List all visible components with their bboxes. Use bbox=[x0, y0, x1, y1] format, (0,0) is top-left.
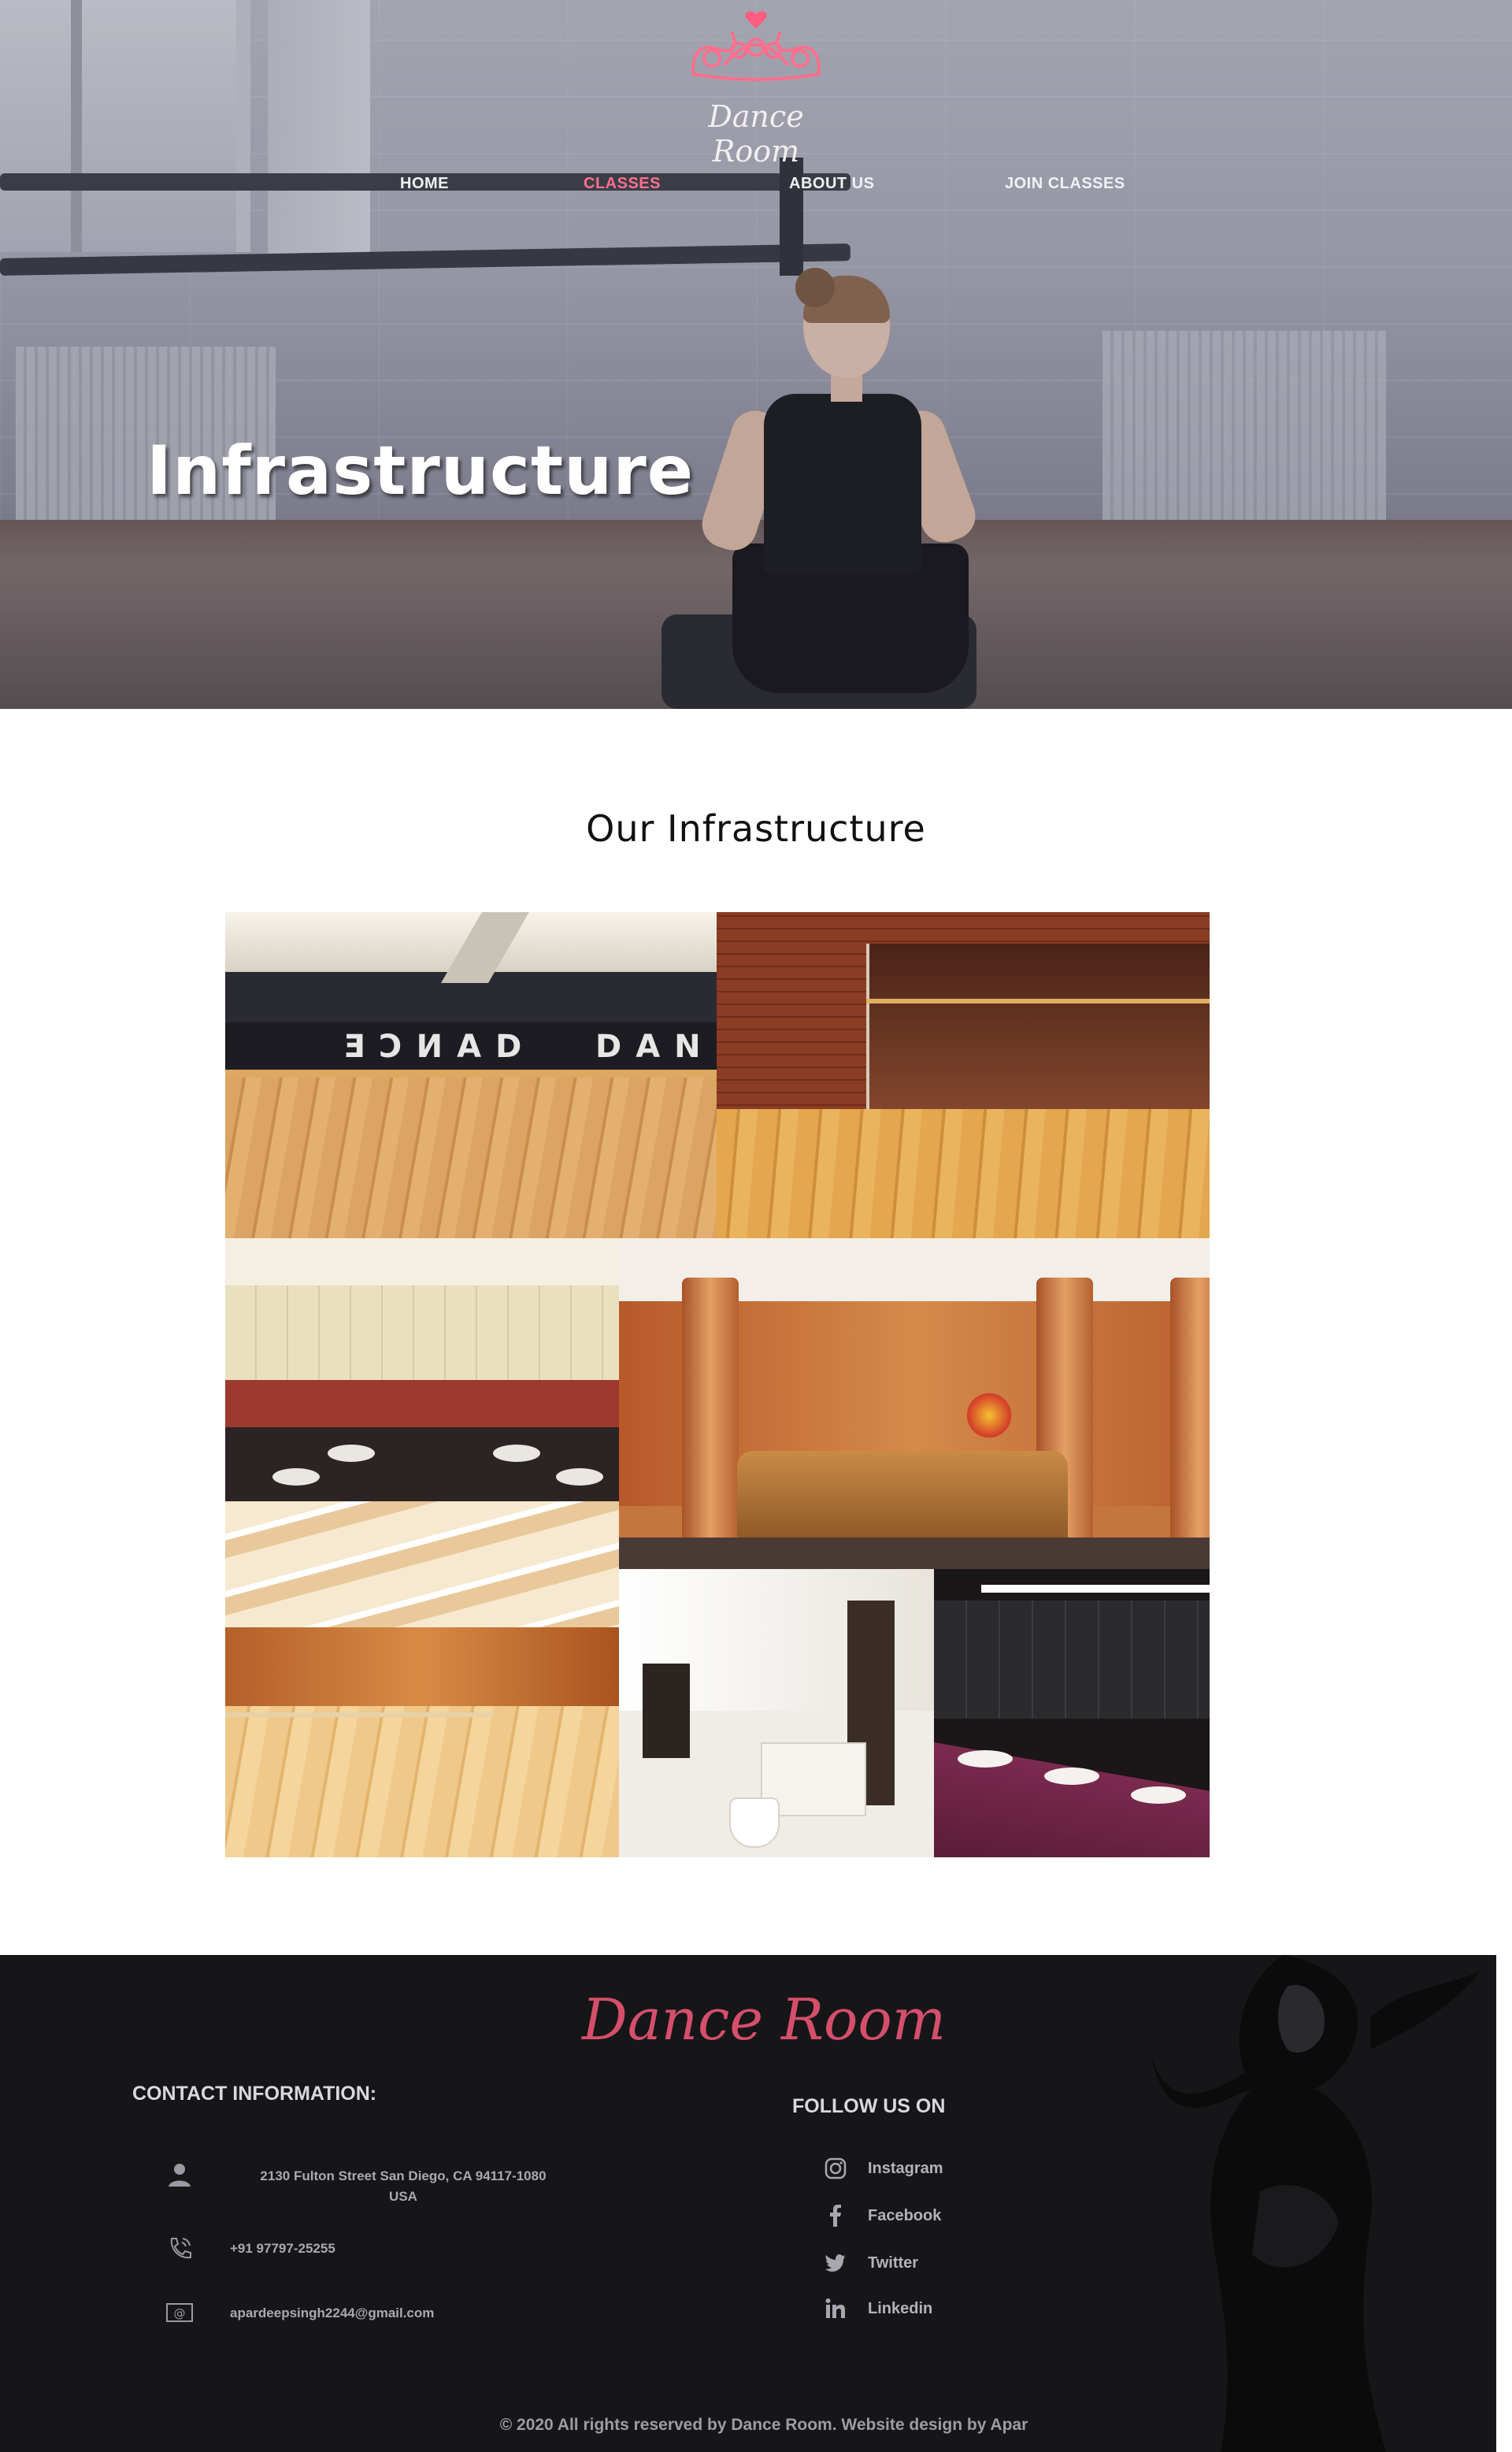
instagram-label: Instagram bbox=[868, 2160, 943, 2177]
section-title: Our Infrastructure bbox=[586, 807, 926, 850]
logo-wordmark: Dance Room bbox=[708, 99, 804, 169]
contact-email: @ apardeepsingh2244@gmail.com bbox=[165, 2298, 575, 2330]
facebook-link[interactable]: Facebook bbox=[824, 2204, 1028, 2231]
bathroom-photo bbox=[619, 1569, 934, 1857]
email-icon: @ bbox=[166, 2303, 193, 2322]
contact-phone: +91 97797-25255 bbox=[165, 2234, 575, 2265]
facebook-icon bbox=[830, 2205, 841, 2227]
main-nav: HOME CLASSES ABOUT US JOIN CLASSES bbox=[0, 175, 1512, 198]
email-address[interactable]: apardeepsingh2244@gmail.com bbox=[230, 2303, 576, 2324]
footer-logo-wordmark: Dance Room bbox=[581, 1986, 947, 2053]
nav-home[interactable]: HOME bbox=[400, 175, 449, 193]
linkedin-icon bbox=[825, 2298, 845, 2318]
nav-classes[interactable]: CLASSES bbox=[584, 175, 661, 193]
nav-join-classes[interactable]: JOIN CLASSES bbox=[1005, 175, 1125, 193]
site-footer: Dance Room CONTACT INFORMATION: 2130 Ful… bbox=[0, 1955, 1496, 2452]
address-line2: USA bbox=[389, 2189, 417, 2204]
linkedin-label: Linkedin bbox=[868, 2300, 933, 2317]
follow-us-heading: FOLLOW US ON bbox=[792, 2095, 946, 2117]
washroom-photo bbox=[225, 1238, 619, 1501]
reception-lobby-photo bbox=[619, 1238, 1210, 1569]
phone-number[interactable]: +91 97797-25255 bbox=[230, 2239, 576, 2259]
address-line1: 2130 Fulton Street San Diego, CA 94117-1… bbox=[260, 2168, 547, 2183]
dance-studio-photo: ƎƆИAD DAN bbox=[225, 912, 717, 1238]
infrastructure-gallery: ƎƆИAD DAN bbox=[225, 912, 1210, 1857]
contact-address: 2130 Fulton Street San Diego, CA 94117-1… bbox=[165, 2161, 575, 2204]
instagram-icon bbox=[825, 2157, 847, 2179]
nav-about-us[interactable]: ABOUT US bbox=[789, 175, 874, 193]
hero-title: Infrastructure bbox=[146, 431, 695, 510]
site-logo[interactable]: Dance Room bbox=[677, 9, 835, 169]
dark-washroom-photo bbox=[934, 1569, 1210, 1857]
twitter-icon bbox=[825, 2254, 846, 2272]
crown-logo-icon bbox=[691, 11, 821, 81]
location-pin-icon bbox=[169, 2164, 191, 2187]
linkedin-link[interactable]: Linkedin bbox=[824, 2297, 1028, 2324]
contact-heading: CONTACT INFORMATION: bbox=[132, 2083, 377, 2105]
twitter-label: Twitter bbox=[868, 2254, 919, 2272]
phone-icon bbox=[170, 2238, 191, 2259]
facebook-label: Facebook bbox=[868, 2207, 942, 2224]
svg-text:@: @ bbox=[174, 2306, 186, 2320]
orange-studio-photo bbox=[225, 1501, 619, 1857]
brick-studio-photo bbox=[717, 912, 1210, 1238]
copyright-text: © 2020 All rights reserved by Dance Room… bbox=[499, 2416, 1028, 2434]
hero-banner: Dance Room HOME CLASSES ABOUT US JOIN CL… bbox=[0, 0, 1512, 709]
twitter-link[interactable]: Twitter bbox=[824, 2251, 1028, 2278]
instagram-link[interactable]: Instagram bbox=[824, 2157, 1028, 2183]
